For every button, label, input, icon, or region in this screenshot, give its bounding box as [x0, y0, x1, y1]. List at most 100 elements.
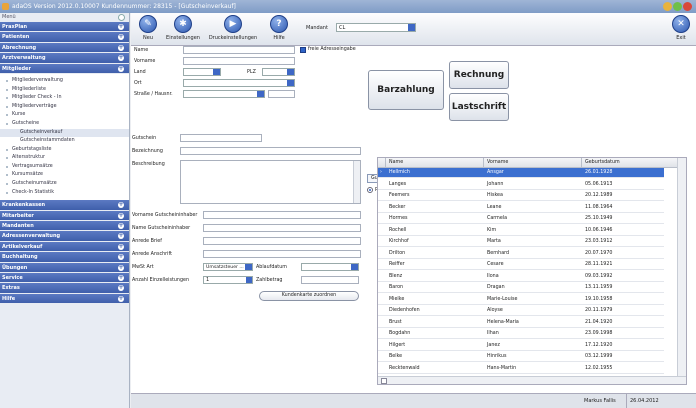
maximize-button[interactable] — [673, 2, 682, 11]
sidebar-item-mitgliederverträge[interactable]: Mitgliederverträge — [0, 103, 129, 112]
sidebar-item-mitgliederverwaltung[interactable]: Mitgliederverwaltung — [0, 77, 129, 86]
table-footer-checkbox[interactable] — [381, 378, 387, 384]
app-icon — [2, 3, 9, 10]
zip-label: PLZ — [247, 70, 256, 75]
direct-debit-button[interactable]: Lastschrift — [449, 93, 509, 121]
sidebar-section-praxplan[interactable]: PraxPlan + — [0, 22, 129, 33]
name-field[interactable] — [183, 46, 295, 54]
zip-select[interactable] — [262, 68, 295, 76]
table-row[interactable]: Mielke Marie-Louise 19.10.1958 — [378, 295, 664, 305]
table-cell: Aloyse — [487, 308, 503, 313]
sidebar-section-hilfe[interactable]: Hilfe + — [0, 293, 129, 305]
description-scrollbar[interactable] — [353, 161, 360, 203]
sidebar-section-extras[interactable]: Extras + — [0, 283, 129, 294]
table-scrollbar[interactable] — [677, 158, 686, 376]
street-select[interactable] — [183, 90, 265, 98]
amount-field[interactable] — [301, 276, 359, 284]
vat-type-select[interactable]: Umsatzsteuer ... — [203, 263, 253, 271]
expand-icon: + — [118, 33, 124, 41]
table-row[interactable]: Hilgert Janez 17.12.1920 — [378, 341, 664, 351]
sidebar-item-gutscheine[interactable]: Gutscheine — [0, 120, 129, 129]
table-row[interactable]: Recktenwald Hans-Martin 12.02.1955 — [378, 364, 664, 374]
sidebar-item-gutscheinverkauf[interactable]: Gutscheinverkauf — [0, 128, 129, 138]
sidebar-item-gutscheinstammdaten[interactable]: Gutscheinstammdaten — [0, 137, 129, 146]
pin-icon[interactable] — [118, 14, 125, 21]
minimize-button[interactable] — [663, 2, 672, 11]
sidebar-section-buchhaltung[interactable]: Buchhaltung + — [0, 252, 129, 263]
table-cell: Hans-Martin — [487, 365, 517, 371]
sidebar-section-artikelverkauf[interactable]: Artikelverkauf + — [0, 241, 129, 253]
salutation-letter-field[interactable] — [203, 237, 361, 245]
table-row[interactable]: › Hellmich Ansgar 26.01.1928 — [378, 168, 664, 179]
mandant-select[interactable]: CL — [336, 23, 416, 32]
table-row[interactable]: Reiffer Cesare 28.11.1921 — [378, 260, 664, 271]
salutation-address-field[interactable] — [203, 250, 361, 258]
sidebar-item-altersstruktur[interactable]: Altersstruktur — [0, 154, 129, 163]
table-row[interactable]: Hormes Carmela 25.10.1949 — [378, 214, 664, 225]
settings-button[interactable]: ✱ Einstellungen — [163, 15, 203, 41]
firstname-field[interactable] — [183, 57, 295, 65]
sidebar-section-arztverwaltung[interactable]: Arztverwaltung + — [0, 53, 129, 64]
help-button[interactable]: ? Hilfe — [265, 15, 293, 41]
sidebar-section-service[interactable]: Service + — [0, 273, 129, 284]
invoice-button[interactable]: Rechnung — [449, 61, 509, 89]
table-row[interactable]: Diedenhofen Aloyse 20.11.1979 — [378, 306, 664, 317]
sidebar-item-vertragsumsätze[interactable]: Vertragsumsätze — [0, 163, 129, 172]
sidebar-item-check-in-statistik[interactable]: Check-In Statistik — [0, 189, 129, 198]
sidebar-section-patienten[interactable]: Patienten + — [0, 32, 129, 43]
table-row[interactable]: Rochell Kim 10.06.1946 — [378, 226, 664, 236]
bullet-icon — [6, 105, 8, 108]
table-row[interactable]: Becker Leane 11.08.1964 — [378, 203, 664, 213]
table-header-indicator — [378, 158, 386, 168]
new-button[interactable]: ✎ Neu — [137, 15, 159, 41]
column-header-birthdate[interactable]: Geburtsdatum — [582, 158, 678, 168]
table-row[interactable]: Belke Hinrikus 03.12.1999 — [378, 352, 664, 363]
table-cell: Belke — [389, 354, 403, 359]
table-row[interactable]: Feemers Hiskea 20.12.1989 — [378, 191, 664, 202]
gear-icon: ✱ — [174, 15, 192, 33]
sidebar-item-gutscheinumsätze[interactable]: Gutscheinumsätze — [0, 180, 129, 189]
house-number-field[interactable] — [268, 90, 295, 98]
table-row[interactable]: Drilton Bernhard 20.07.1970 — [378, 249, 664, 259]
description-field[interactable] — [180, 160, 361, 204]
close-window-button[interactable] — [683, 2, 692, 11]
cash-payment-button[interactable]: Barzahlung — [368, 70, 444, 110]
table-cell: Diedenhofen — [389, 308, 420, 313]
sidebar-item-kurse[interactable]: Kurse — [0, 111, 129, 120]
assign-customer-card-button[interactable]: Kundenkarte zuordnen — [259, 291, 359, 301]
free-address-checkbox[interactable] — [300, 47, 306, 53]
column-header-firstname[interactable]: Vorname — [484, 158, 582, 168]
column-header-name[interactable]: Name — [386, 158, 484, 168]
country-select[interactable] — [183, 68, 221, 76]
chevron-down-icon — [257, 91, 264, 97]
holder-name-field[interactable] — [203, 224, 361, 232]
exit-button[interactable]: ✕ Exit — [672, 15, 690, 41]
sidebar-section-übungen[interactable]: Übungen + — [0, 262, 129, 273]
designation-field[interactable] — [180, 147, 361, 155]
radio-patients[interactable] — [367, 187, 373, 193]
sidebar-section-mitarbeiter[interactable]: Mitarbeiter + — [0, 210, 129, 222]
sidebar-section-adressenverwaltung[interactable]: Adressenverwaltung + — [0, 231, 129, 242]
print-settings-button[interactable]: ▶ Druckeinstellungen — [207, 15, 259, 41]
sidebar-section-mandanten[interactable]: Mandanten + — [0, 221, 129, 232]
sidebar-section-abrechnung[interactable]: Abrechnung + — [0, 42, 129, 54]
sidebar-item-geburtstagsliste[interactable]: Geburtstagsliste — [0, 146, 129, 155]
holder-firstname-field[interactable] — [203, 211, 361, 219]
table-row[interactable]: Baron Dragan 13.11.1959 — [378, 283, 664, 294]
city-select[interactable] — [183, 79, 295, 87]
expiry-date-select[interactable] — [301, 263, 359, 271]
table-cell: 21.04.1920 — [585, 319, 613, 325]
sidebar-item-kursumsätze[interactable]: Kursumsätze — [0, 171, 129, 180]
table-row[interactable]: Bogdahn Ilhan 23.09.1998 — [378, 329, 664, 340]
table-row[interactable]: Blenz Ilona 09.03.1992 — [378, 272, 664, 282]
sidebar-item-mitgliederliste[interactable]: Mitgliederliste — [0, 86, 129, 95]
service-count-stepper[interactable]: 1 — [203, 276, 253, 284]
table-row[interactable]: Langes Johann 05.06.1913 — [378, 180, 664, 190]
table-row[interactable]: Brust Helena-Maria 21.04.1920 — [378, 318, 664, 328]
sidebar-section-krankenkassen[interactable]: Krankenkassen + — [0, 200, 129, 211]
sidebar-item-mitglieder-check-in[interactable]: Mitglieder Check - In — [0, 94, 129, 103]
sidebar-section-mitglieder[interactable]: Mitglieder + — [0, 63, 129, 74]
voucher-field[interactable] — [180, 134, 262, 142]
bullet-icon — [6, 88, 8, 91]
table-row[interactable]: Kirchhof Marta 23.03.1912 — [378, 237, 664, 248]
